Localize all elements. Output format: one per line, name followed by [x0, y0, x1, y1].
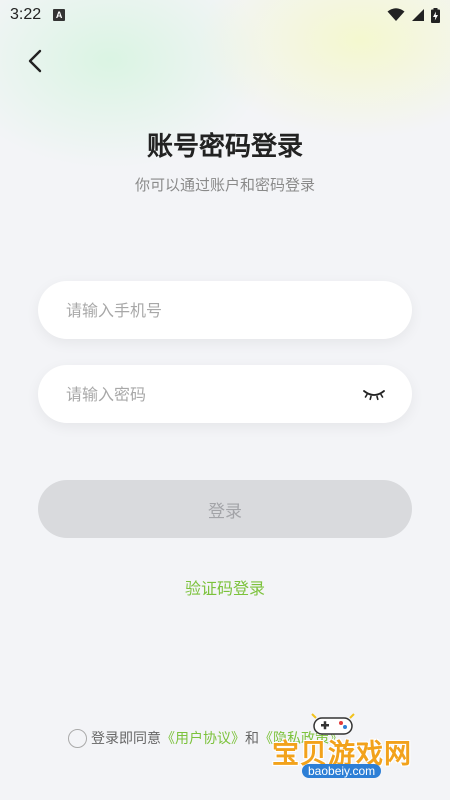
signal-icon: [412, 9, 424, 21]
phone-input[interactable]: [64, 299, 386, 321]
status-time: 3:22: [10, 6, 42, 23]
chevron-left-icon: [28, 49, 42, 73]
status-left: 3:22 A: [10, 6, 66, 24]
password-input[interactable]: [64, 383, 362, 405]
watermark-url: baobeiy.com: [302, 764, 382, 778]
watermark: 宝贝游戏网 baobeiy.com: [272, 712, 412, 784]
code-login-link[interactable]: 验证码登录: [0, 575, 450, 599]
back-button[interactable]: [20, 46, 50, 76]
privacy-policy-link[interactable]: 《隐私政策》: [259, 728, 343, 748]
status-right: [387, 7, 440, 23]
user-agreement-link[interactable]: 《用户协议》: [161, 728, 245, 748]
page-subtitle: 你可以通过账户和密码登录: [134, 176, 315, 194]
wifi-icon: [387, 8, 405, 21]
status-bar: 3:22 A: [0, 0, 450, 30]
password-field[interactable]: [38, 365, 412, 423]
agreement-and: 和: [245, 731, 259, 747]
phone-field[interactable]: [38, 281, 412, 339]
page-title: 账号密码登录: [146, 132, 303, 162]
agreement-prefix: 登录即同意: [91, 731, 161, 747]
eye-closed-icon[interactable]: [362, 386, 386, 402]
battery-charging-icon: [431, 7, 440, 23]
agreement-row: 登录即同意 《用户协议》 和 《隐私政策》: [68, 728, 343, 748]
login-button[interactable]: 登录: [38, 480, 412, 538]
agreement-checkbox[interactable]: [68, 728, 87, 748]
a-icon: A: [53, 9, 66, 21]
